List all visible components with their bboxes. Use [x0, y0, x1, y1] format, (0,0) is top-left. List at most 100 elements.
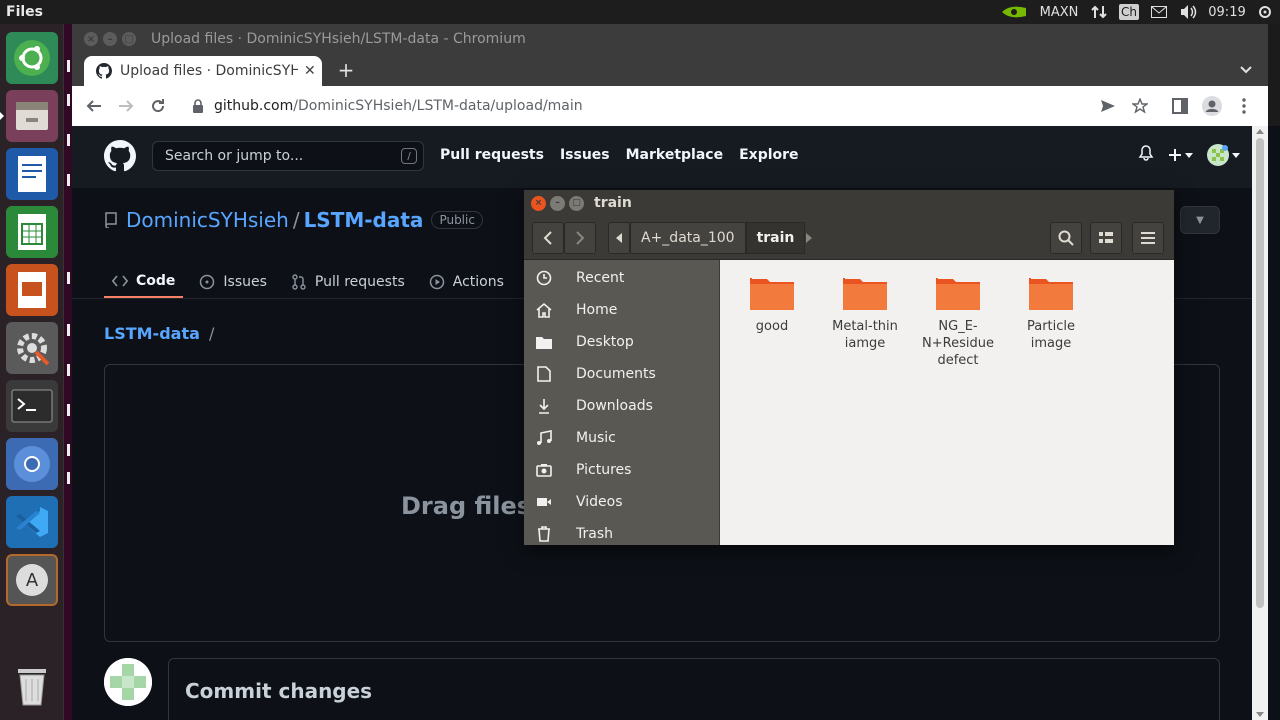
breadcrumb-repo-link[interactable]: LSTM-data: [104, 324, 200, 343]
send-tab-icon[interactable]: [1092, 90, 1124, 122]
side-panel-icon[interactable]: [1164, 90, 1196, 122]
path-scroll-right-icon[interactable]: [798, 222, 820, 254]
sidebar-item-desktop[interactable]: Desktop: [524, 326, 719, 358]
clock[interactable]: 09:19: [1204, 0, 1250, 24]
tab-pull-requests[interactable]: Pull requests: [283, 266, 413, 298]
nvidia-icon[interactable]: [994, 0, 1034, 24]
repo-tabs: Code Issues Pull requests Actions: [104, 266, 512, 298]
folder-item[interactable]: Metal-thin iamge: [820, 272, 910, 352]
power-mode-label[interactable]: MAXN: [1034, 0, 1084, 24]
tab-actions[interactable]: Actions: [421, 266, 512, 298]
volume-icon[interactable]: [1174, 0, 1204, 24]
forward-arrow-icon[interactable]: [110, 90, 142, 122]
nav-issues[interactable]: Issues: [560, 147, 610, 163]
sidebar-item-downloads[interactable]: Downloads: [524, 390, 719, 422]
network-arrows-icon[interactable]: [1084, 0, 1114, 24]
input-method-indicator[interactable]: Ch: [1114, 0, 1144, 24]
github-mark-icon[interactable]: [104, 140, 136, 172]
sidebar-item-music[interactable]: Music: [524, 422, 719, 454]
commit-heading: Commit changes: [185, 679, 373, 703]
mail-icon[interactable]: [1144, 0, 1174, 24]
close-window-icon[interactable]: ×: [84, 32, 98, 46]
new-tab-button[interactable]: +: [334, 58, 358, 82]
create-new-plus-icon[interactable]: [1168, 148, 1193, 162]
commit-changes-box: Commit changes: [168, 658, 1220, 720]
sidebar-item-label: Trash: [576, 526, 613, 542]
bookmark-star-icon[interactable]: [1124, 90, 1156, 122]
nav-explore[interactable]: Explore: [739, 147, 798, 163]
tab-code[interactable]: Code: [104, 266, 184, 298]
path-segment-parent[interactable]: A+_data_100: [630, 222, 746, 254]
sidebar-item-trash[interactable]: Trash: [524, 518, 719, 545]
repo-action-dropdown[interactable]: ▼: [1180, 206, 1220, 234]
scrollbar-thumb[interactable]: [1256, 138, 1264, 608]
files-toolbar: A+_data_100 train: [524, 216, 1174, 260]
folder-item[interactable]: good: [727, 272, 817, 335]
files-search-icon[interactable]: [1050, 222, 1082, 254]
folder-icon: [750, 276, 794, 310]
files-maximize-icon[interactable]: □: [569, 195, 584, 211]
minimize-window-icon[interactable]: –: [103, 32, 117, 46]
github-search-input[interactable]: Search or jump to... /: [152, 141, 424, 171]
sidebar-item-label: Videos: [576, 494, 623, 510]
impress-icon[interactable]: [6, 264, 58, 316]
back-arrow-icon[interactable]: [78, 90, 110, 122]
issue-icon: [200, 274, 215, 290]
input-method-label: Ch: [1119, 4, 1139, 20]
maximize-window-icon[interactable]: □: [122, 32, 136, 46]
sidebar-item-label: Desktop: [576, 334, 634, 350]
repo-owner-link[interactable]: DominicSYHsieh: [126, 208, 289, 232]
scroll-up-arrow-icon[interactable]: [1256, 129, 1264, 134]
browser-tab[interactable]: Upload files · DominicSYHsieh/LSTM-data …: [84, 56, 322, 86]
calc-icon[interactable]: [6, 206, 58, 258]
kebab-menu-icon[interactable]: [1228, 90, 1260, 122]
path-segment-current[interactable]: train: [745, 222, 806, 254]
files-minimize-icon[interactable]: –: [550, 195, 565, 211]
scroll-down-arrow-icon[interactable]: [1256, 712, 1264, 717]
sidebar-item-videos[interactable]: Videos: [524, 486, 719, 518]
tab-search-chevron-icon[interactable]: [1234, 58, 1258, 82]
terminal-icon[interactable]: [6, 380, 58, 432]
notifications-bell-icon[interactable]: [1138, 145, 1154, 165]
power-gear-icon[interactable]: [1250, 0, 1280, 24]
software-updater-icon[interactable]: A: [6, 554, 58, 606]
page-scrollbar[interactable]: [1252, 126, 1268, 720]
files-forward-icon[interactable]: [564, 222, 596, 254]
github-global-nav: Pull requests Issues Marketplace Explore: [440, 147, 799, 163]
hamburger-menu-icon[interactable]: [1132, 222, 1164, 254]
folder-item[interactable]: Particle image: [1006, 272, 1096, 352]
vscode-icon[interactable]: [6, 496, 58, 548]
active-app-name: Files: [6, 4, 43, 20]
nav-marketplace[interactable]: Marketplace: [626, 147, 723, 163]
chromium-icon[interactable]: [6, 438, 58, 490]
sidebar-item-recent[interactable]: Recent: [524, 262, 719, 294]
profile-avatar-icon[interactable]: [1196, 90, 1228, 122]
folder-name: Particle image: [1026, 319, 1076, 351]
files-back-icon[interactable]: [532, 222, 564, 254]
sidebar-item-home[interactable]: Home: [524, 294, 719, 326]
writer-icon[interactable]: [6, 148, 58, 200]
trash-icon[interactable]: [6, 660, 58, 712]
sidebar-item-pictures[interactable]: Pictures: [524, 454, 719, 486]
file-manager-icon[interactable]: [6, 90, 58, 142]
window-title: Upload files · DominicSYHsieh/LSTM-data …: [151, 31, 526, 47]
user-avatar-menu[interactable]: [1207, 144, 1240, 166]
ubuntu-logo-icon[interactable]: [6, 32, 58, 84]
path-scroll-left-icon[interactable]: [608, 222, 630, 254]
files-close-icon[interactable]: ×: [531, 195, 546, 211]
close-tab-icon[interactable]: ✕: [304, 63, 316, 79]
system-settings-icon[interactable]: [6, 322, 58, 374]
sidebar-item-label: Music: [576, 430, 616, 446]
folder-item[interactable]: NG_E-N+Residue defect: [913, 272, 1003, 369]
nav-pull-requests[interactable]: Pull requests: [440, 147, 544, 163]
folder-name: Metal-thin iamge: [832, 319, 898, 351]
breadcrumb-separator: /: [208, 324, 215, 343]
sidebar-item-documents[interactable]: Documents: [524, 358, 719, 390]
tab-issues[interactable]: Issues: [191, 266, 275, 298]
sidebar-item-label: Home: [576, 302, 618, 318]
reload-icon[interactable]: [142, 90, 174, 122]
view-toggle-icon[interactable]: [1090, 222, 1122, 254]
repo-name-link[interactable]: LSTM-data: [304, 208, 424, 232]
music-icon: [524, 430, 564, 446]
address-bar[interactable]: github.com/DominicSYHsieh/LSTM-data/uplo…: [180, 90, 1180, 122]
